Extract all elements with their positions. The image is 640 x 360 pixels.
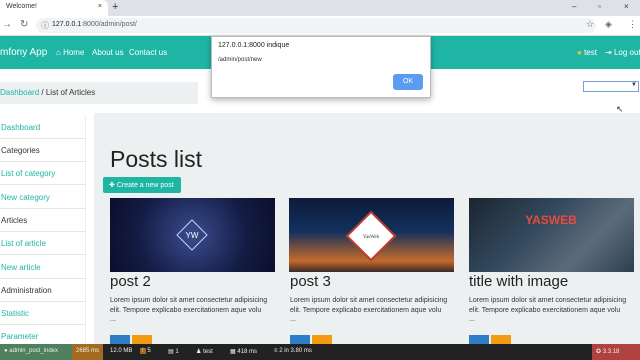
profiler-memory[interactable]: 12.0 MB [106, 344, 136, 360]
card-3-more: ... [469, 316, 475, 323]
profiler-forms[interactable]: ▤ 1 [164, 344, 183, 360]
post-image: YASWEB [469, 198, 634, 272]
alert-ok-button[interactable]: OK [393, 74, 423, 90]
profiler-request-time[interactable]: 2685 ms [72, 344, 104, 360]
post-image: YW [110, 198, 275, 272]
user-status-icon: ● [577, 48, 582, 57]
nav-logout-label: Log out [613, 48, 640, 57]
warning-icon: ! [140, 348, 146, 354]
nav-about[interactable]: About us [92, 48, 124, 57]
yasweb-logo-icon: YasWeb [345, 210, 397, 262]
sidebar: Dashboard Categories List of category Ne… [0, 116, 86, 348]
database-icon: ≡ [274, 348, 278, 354]
browser-tab[interactable]: Welcome! × [0, 0, 108, 16]
profiler-time-label: 418 ms [237, 349, 258, 355]
chevron-down-icon: ▼ [631, 82, 637, 88]
profiler-db[interactable]: ≡ 2 in 3.80 ms [270, 344, 316, 360]
plus-icon: ✚ [109, 182, 115, 189]
maximize-icon[interactable]: ▫ [598, 2, 601, 11]
sidebar-item-articles: Articles [0, 209, 86, 232]
symfony-icon: ✪ [596, 349, 602, 355]
sidebar-item-new-article[interactable]: New article [0, 256, 86, 279]
card-1-logo-text: YW [186, 231, 199, 240]
breadcrumb-current: List of Articles [45, 88, 96, 97]
forms-icon: ▤ [168, 349, 174, 355]
user-icon: ♟ [196, 349, 202, 355]
profiler-forms-count: 1 [175, 349, 179, 355]
sidebar-item-administration: Administration [0, 279, 86, 302]
card-2-more: ... [290, 316, 296, 323]
bookmark-star-icon[interactable]: ☆ [586, 19, 594, 30]
url-host: 127.0.0.1 [52, 21, 82, 28]
nav-home-label: Home [63, 48, 85, 57]
alert-message: /admin/post/new [218, 57, 262, 63]
card-2-text: Lorem ipsum dolor sit amet consectetur a… [290, 297, 448, 314]
back-icon[interactable]: → [2, 19, 12, 30]
card-2-title[interactable]: post 3 [290, 273, 331, 290]
card-2-logo-text: YasWeb [363, 235, 380, 240]
breadcrumb-separator: / [41, 88, 44, 97]
card-3-title[interactable]: title with image [469, 273, 568, 290]
reload-icon[interactable]: ↻ [20, 19, 28, 30]
profiler-route[interactable]: ● admin_post_index [0, 344, 72, 360]
extension-shield-icon[interactable]: ◈ [605, 19, 612, 30]
profiler-errors-count: 5 [147, 348, 151, 354]
info-icon[interactable]: ⓘ [41, 20, 49, 31]
card-1-title[interactable]: post 2 [110, 273, 151, 290]
brand-link[interactable]: mfony App [0, 47, 47, 58]
new-tab-button[interactable]: + [112, 1, 118, 13]
breadcrumb-dashboard[interactable]: Dashboard [0, 88, 39, 97]
select-dropdown[interactable]: ▼ [583, 81, 639, 92]
create-post-button[interactable]: ✚ Create a new post [103, 177, 181, 193]
profiler-version[interactable]: ✪ 3.3.18 [592, 344, 640, 360]
card-3-logo-text: YASWEB [525, 213, 577, 227]
logout-icon: ⇥ [605, 48, 612, 57]
card-1-text: Lorem ipsum dolor sit amet consectetur a… [110, 297, 268, 314]
sidebar-item-dashboard[interactable]: Dashboard [0, 116, 86, 139]
card-1-more: ... [110, 316, 116, 323]
profiler-toolbar: ● admin_post_index 2685 ms 12.0 MB ! 5 ▤… [0, 344, 640, 360]
status-dot-icon: ● [4, 348, 8, 354]
profiler-version-label: 3.3.18 [602, 349, 620, 355]
window-close-icon[interactable]: × [624, 2, 629, 11]
sidebar-item-list-of-article[interactable]: List of article [0, 232, 86, 255]
nav-logout[interactable]: ⇥ Log out [605, 48, 640, 57]
nav-contact[interactable]: Contact us [129, 48, 167, 57]
yw-logo-icon: YW [176, 219, 208, 251]
create-post-label: Create a new post [116, 182, 174, 189]
sidebar-item-new-category[interactable]: New category [0, 186, 86, 209]
card-3-text: Lorem ipsum dolor sit amet consectetur a… [469, 297, 627, 314]
tab-close-icon[interactable]: × [98, 3, 102, 10]
nav-user[interactable]: ● test [577, 48, 597, 57]
profiler-route-label: admin_post_index [9, 348, 58, 354]
profiler-user-label: test [203, 349, 213, 355]
sidebar-item-statistic[interactable]: Statistic [0, 302, 86, 325]
page-title: Posts list [110, 146, 203, 172]
profiler-user[interactable]: ♟ test [192, 344, 217, 360]
time-icon: ▦ [230, 349, 236, 355]
alert-title: 127.0.0.1:8000 indique [218, 42, 290, 49]
menu-icon[interactable]: ⋮ [628, 19, 637, 30]
profiler-errors[interactable]: ! 5 [136, 344, 155, 360]
profiler-db-label: 2 in 3.80 ms [279, 348, 312, 354]
tab-title: Welcome! [6, 3, 37, 10]
sidebar-item-categories: Categories [0, 139, 86, 162]
nav-user-label: test [584, 48, 597, 57]
sidebar-item-list-of-category[interactable]: List of category [0, 162, 86, 185]
url-path: :8000/admin/post/ [81, 21, 137, 28]
yasweb-banner-icon: YASWEB [525, 213, 577, 227]
minimize-icon[interactable]: – [572, 2, 576, 11]
nav-home[interactable]: ⌂ Home [56, 48, 84, 57]
post-image: YasWeb [289, 198, 454, 272]
breadcrumb: Dashboard / List of Articles [0, 82, 198, 104]
home-icon: ⌂ [56, 48, 61, 57]
address-bar[interactable]: ⓘ 127.0.0.1:8000/admin/post/ [36, 18, 596, 33]
profiler-time[interactable]: ▦ 418 ms [226, 344, 261, 360]
